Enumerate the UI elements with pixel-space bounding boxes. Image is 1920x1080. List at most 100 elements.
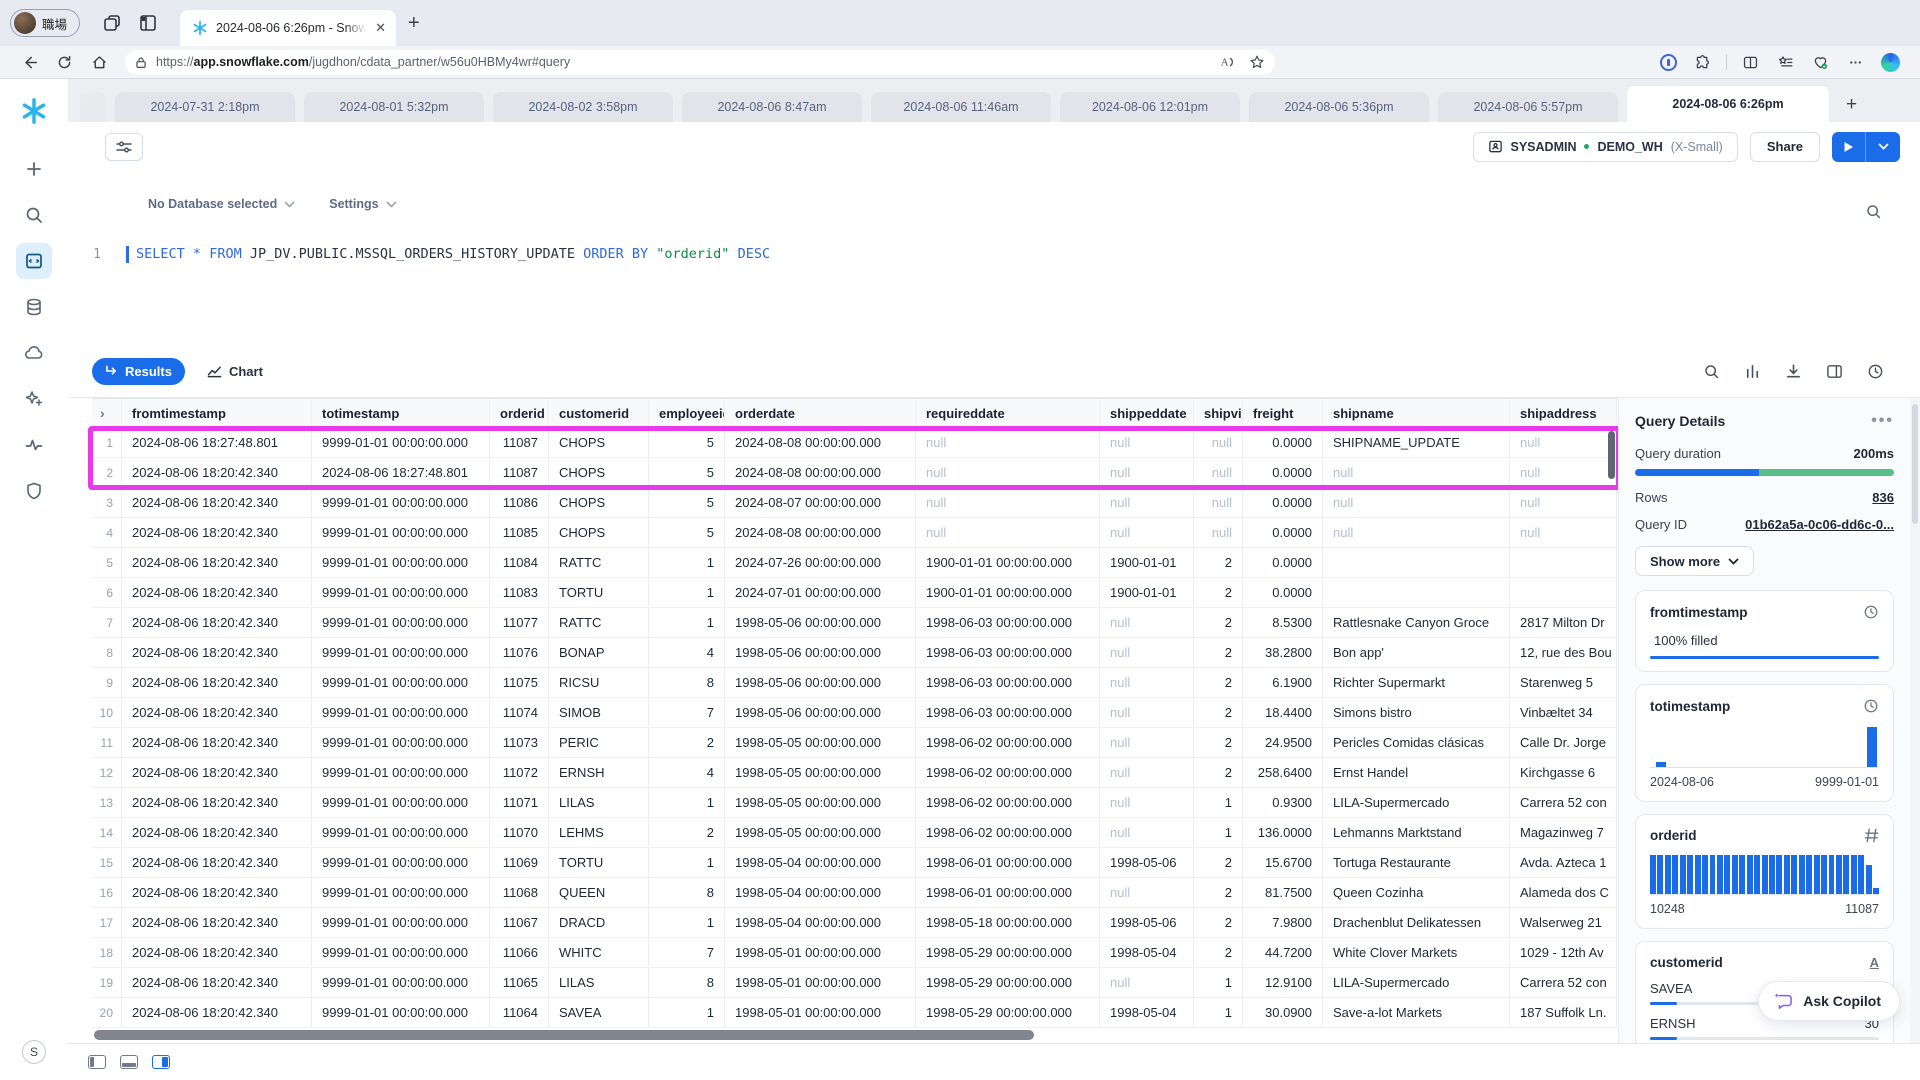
read-aloud-icon[interactable]: A [1219, 54, 1235, 70]
table-cell[interactable]: Calle Dr. Jorge [1510, 728, 1617, 757]
favorite-star-icon[interactable] [1249, 54, 1265, 70]
download-icon[interactable] [1785, 363, 1802, 380]
layout-bottom-icon[interactable] [120, 1055, 138, 1069]
workspaces-icon[interactable] [102, 13, 122, 33]
table-cell[interactable]: 2024-08-06 18:20:42.340 [122, 578, 312, 607]
row-number[interactable]: 9 [92, 668, 122, 697]
table-cell[interactable]: RATTC [549, 548, 649, 577]
table-cell[interactable]: 2024-08-06 18:27:48.801 [122, 428, 312, 457]
table-cell[interactable]: 2024-08-06 18:20:42.340 [122, 938, 312, 967]
table-cell[interactable]: null [1194, 488, 1243, 517]
table-cell[interactable]: 9999-01-01 00:00:00.000 [312, 818, 490, 847]
table-cell[interactable]: 1998-05-05 00:00:00.000 [725, 758, 916, 787]
table-cell[interactable]: null [1100, 878, 1194, 907]
table-cell[interactable]: 11083 [490, 578, 549, 607]
worksheet-tab[interactable]: 2024-07-31 2:18pm [115, 92, 295, 122]
row-number[interactable]: 19 [92, 968, 122, 997]
table-cell[interactable]: 2817 Milton Dr [1510, 608, 1617, 637]
table-cell[interactable]: 0.0000 [1243, 548, 1323, 577]
table-cell[interactable]: Richter Supermarkt [1323, 668, 1510, 697]
table-cell[interactable]: Carrera 52 con [1510, 968, 1617, 997]
table-cell[interactable]: 2 [1194, 698, 1243, 727]
table-cell[interactable]: 30.0900 [1243, 998, 1323, 1027]
column-header[interactable]: customerid [549, 399, 649, 427]
table-cell[interactable]: 2024-08-07 00:00:00.000 [725, 488, 916, 517]
table-cell[interactable]: 11071 [490, 788, 549, 817]
table-cell[interactable]: null [1100, 488, 1194, 517]
table-cell[interactable]: 2024-08-06 18:20:42.340 [122, 848, 312, 877]
table-cell[interactable]: null [1510, 428, 1617, 457]
table-cell[interactable]: 1998-05-01 00:00:00.000 [725, 938, 916, 967]
table-cell[interactable]: 1 [1194, 788, 1243, 817]
table-cell[interactable]: 11077 [490, 608, 549, 637]
row-number[interactable]: 12 [92, 758, 122, 787]
table-cell[interactable]: 12.9100 [1243, 968, 1323, 997]
query-id-link[interactable]: 01b62a5a-0c06-dd6c-0... [1745, 517, 1894, 532]
table-cell[interactable]: PERIC [549, 728, 649, 757]
row-number[interactable]: 10 [92, 698, 122, 727]
table-cell[interactable]: Pericles Comidas clásicas [1323, 728, 1510, 757]
create-plus-icon[interactable] [16, 151, 52, 187]
panel-scrollbar[interactable] [1910, 398, 1920, 1043]
table-cell[interactable]: 9999-01-01 00:00:00.000 [312, 788, 490, 817]
table-cell[interactable]: 6.1900 [1243, 668, 1323, 697]
horizontal-scrollbar[interactable] [94, 1030, 1034, 1040]
columns-icon[interactable] [1744, 363, 1761, 380]
table-cell[interactable]: 1 [649, 998, 725, 1027]
table-cell[interactable] [1510, 548, 1617, 577]
table-cell[interactable]: 2 [1194, 908, 1243, 937]
table-cell[interactable]: null [1100, 638, 1194, 667]
table-cell[interactable]: null [1323, 518, 1510, 547]
table-cell[interactable]: null [1100, 818, 1194, 847]
table-cell[interactable]: LILA-Supermercado [1323, 968, 1510, 997]
table-cell[interactable]: 1998-05-18 00:00:00.000 [916, 908, 1100, 937]
table-cell[interactable]: 1 [1194, 968, 1243, 997]
table-cell[interactable]: 2024-08-06 18:20:42.340 [122, 608, 312, 637]
table-cell[interactable]: null [916, 518, 1100, 547]
row-number[interactable]: 20 [92, 998, 122, 1027]
table-cell[interactable]: TORTU [549, 578, 649, 607]
worksheet-tab[interactable]: 2024-08-01 5:32pm [304, 92, 484, 122]
table-cell[interactable]: Queen Cozinha [1323, 878, 1510, 907]
layout-right-icon[interactable] [152, 1055, 170, 1069]
table-cell[interactable]: 7 [649, 938, 725, 967]
table-cell[interactable] [1323, 548, 1510, 577]
row-number[interactable]: 17 [92, 908, 122, 937]
extensions-icon[interactable] [1694, 54, 1711, 71]
chart-tab[interactable]: Chart [207, 364, 263, 379]
table-cell[interactable]: 1998-05-04 [1100, 998, 1194, 1027]
table-cell[interactable]: null [1100, 668, 1194, 697]
table-row[interactable]: 12024-08-06 18:27:48.8019999-01-01 00:00… [92, 428, 1617, 458]
table-cell[interactable]: Save-a-lot Markets [1323, 998, 1510, 1027]
table-cell[interactable]: 8.5300 [1243, 608, 1323, 637]
table-cell[interactable]: 0.0000 [1243, 488, 1323, 517]
table-cell[interactable]: 2024-08-06 18:20:42.340 [122, 878, 312, 907]
table-cell[interactable]: 2 [1194, 878, 1243, 907]
table-cell[interactable]: 1998-05-29 00:00:00.000 [916, 998, 1100, 1027]
row-number[interactable]: 13 [92, 788, 122, 817]
table-cell[interactable]: 11074 [490, 698, 549, 727]
table-cell[interactable]: 2 [1194, 728, 1243, 757]
table-row[interactable]: 202024-08-06 18:20:42.3409999-01-01 00:0… [92, 998, 1617, 1028]
table-cell[interactable]: null [1194, 458, 1243, 487]
ask-copilot-button[interactable]: Ask Copilot [1758, 981, 1900, 1021]
row-number[interactable]: 5 [92, 548, 122, 577]
table-cell[interactable]: 1998-05-05 00:00:00.000 [725, 788, 916, 817]
table-cell[interactable]: 1998-05-29 00:00:00.000 [916, 968, 1100, 997]
table-cell[interactable]: 2024-08-06 18:20:42.340 [122, 788, 312, 817]
worksheet-actions-icon[interactable] [105, 133, 143, 161]
rows-count-link[interactable]: 836 [1872, 490, 1894, 505]
back-icon[interactable] [21, 54, 38, 71]
table-row[interactable]: 152024-08-06 18:20:42.3409999-01-01 00:0… [92, 848, 1617, 878]
table-row[interactable]: 172024-08-06 18:20:42.3409999-01-01 00:0… [92, 908, 1617, 938]
table-row[interactable]: 132024-08-06 18:20:42.3409999-01-01 00:0… [92, 788, 1617, 818]
table-cell[interactable]: 0.0000 [1243, 518, 1323, 547]
editor-search-icon[interactable] [1865, 203, 1882, 220]
code-line[interactable]: 1 SELECT * FROM JP_DV.PUBLIC.MSSQL_ORDER… [68, 243, 1920, 265]
table-cell[interactable]: ERNSH [549, 758, 649, 787]
table-cell[interactable]: 2024-08-06 18:20:42.340 [122, 458, 312, 487]
table-cell[interactable]: 2024-08-06 18:20:42.340 [122, 728, 312, 757]
table-cell[interactable]: 5 [649, 458, 725, 487]
table-cell[interactable]: null [916, 428, 1100, 457]
table-cell[interactable]: 0.0000 [1243, 458, 1323, 487]
